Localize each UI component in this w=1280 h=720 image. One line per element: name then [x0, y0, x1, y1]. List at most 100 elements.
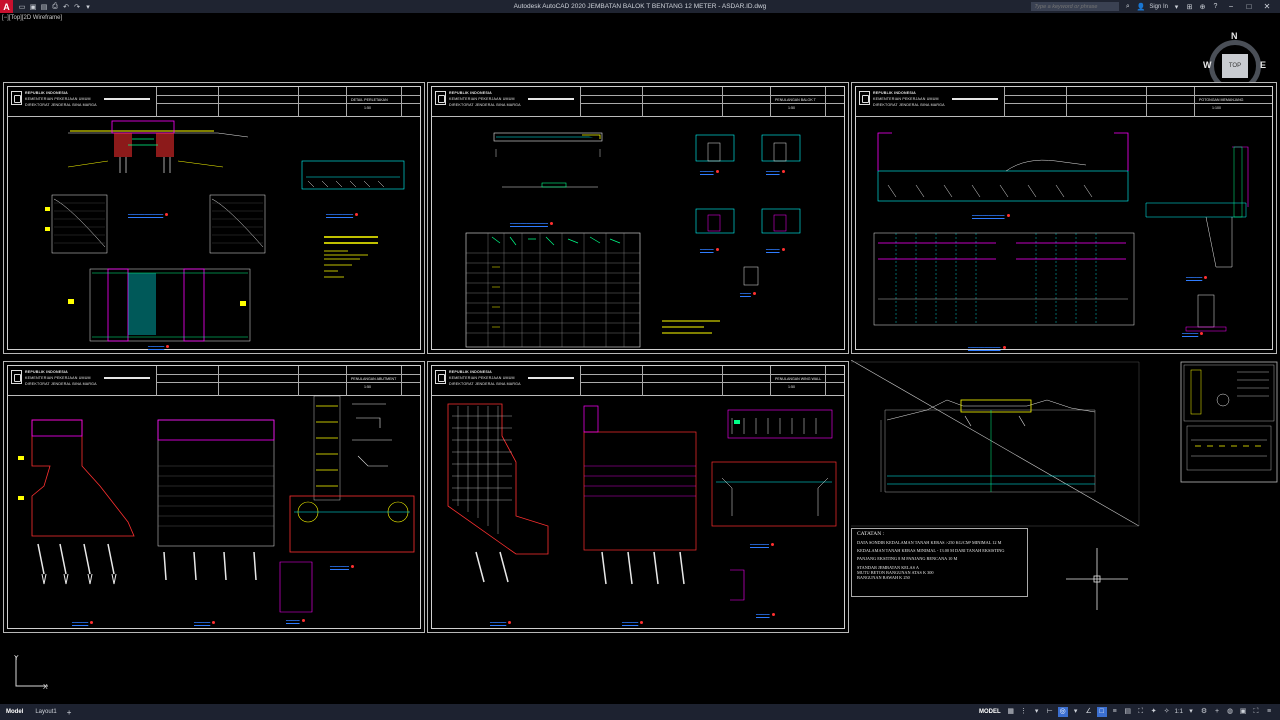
svg-text:Y: Y: [14, 655, 19, 662]
longitudinal-section-drawing: [873, 132, 1249, 332]
user-icon[interactable]: 👤: [1136, 3, 1145, 11]
ortho-icon[interactable]: ⊢: [1045, 707, 1055, 717]
sheet-border: REPUBLIK INDONESIA KEMENTERIAN PEKERJAAN…: [431, 365, 845, 629]
note-line: BANGUNAN BAWAH K 250: [857, 575, 910, 581]
note-line: KEDALAMAN TANAH KERAS MINIMAL - 13.00 M …: [857, 548, 1005, 554]
abutment-reinforcement-drawing: [18, 395, 415, 613]
chevron-down-icon[interactable]: ▾: [1172, 3, 1181, 11]
open-icon[interactable]: ▭: [17, 2, 27, 12]
clean-screen-icon[interactable]: ⛶: [1251, 707, 1261, 717]
svg-text:X: X: [43, 684, 48, 691]
note-line: PANJANG EKSITING 8 M PANJANG RENCANA 10 …: [857, 556, 958, 562]
drawing-sheet-3[interactable]: REPUBLIK INDONESIA KEMENTERIAN PEKERJAAN…: [851, 82, 1277, 354]
maximize-button[interactable]: □: [1242, 2, 1256, 11]
annotation-scale[interactable]: 1:1: [1175, 709, 1183, 715]
auto-scale-icon[interactable]: ✧: [1162, 707, 1172, 717]
cart-icon[interactable]: ⊞: [1185, 3, 1194, 11]
lineweight-icon[interactable]: ≡: [1110, 707, 1120, 717]
plus-icon[interactable]: +: [1212, 707, 1222, 717]
autocad-logo-icon[interactable]: A: [0, 0, 13, 13]
drawing-label: ━━━━━━: [1182, 331, 1203, 337]
sheet-border: REPUBLIK INDONESIA KEMENTERIAN PEKERJAAN…: [7, 365, 421, 629]
drawing-label: ━━━━━: [766, 247, 785, 253]
undo-icon[interactable]: ↶: [61, 2, 71, 12]
add-layout-icon[interactable]: +: [63, 708, 76, 717]
osnap-icon[interactable]: □: [1096, 707, 1107, 717]
compass-east[interactable]: E: [1260, 60, 1266, 70]
status-bar: Model Layout1 + MODEL ▦ ⋮ ▾ ⊢ ◎ ▾ ∠ □ ≡ …: [0, 704, 1280, 720]
sheet-border: REPUBLIK INDONESIA KEMENTERIAN PEKERJAAN…: [855, 86, 1273, 350]
viewport-controls[interactable]: [−][Top][2D Wireframe]: [2, 15, 62, 21]
drawing-label: ━━━━━━━━━━━━: [968, 345, 1006, 351]
drawing-label: ━━━━━━━━━━━━━: [128, 212, 168, 218]
drawing-label: ━━━━━━: [72, 620, 93, 626]
quick-access-toolbar: ▭ ▣ ▤ ⎙ ↶ ↷ ▾: [17, 2, 93, 12]
ucs-icon: Y X: [14, 655, 48, 691]
compass-west[interactable]: W: [1203, 60, 1212, 70]
drawing-label: ━━━━━━: [1186, 275, 1207, 281]
drawing-label: ━━━━━━━━━━: [326, 212, 358, 218]
isolate-objects-icon[interactable]: ◍: [1225, 707, 1235, 717]
drawing-label: ━━━━━: [286, 618, 305, 624]
model-space-toggle[interactable]: MODEL: [979, 709, 1001, 715]
status-tools: MODEL ▦ ⋮ ▾ ⊢ ◎ ▾ ∠ □ ≡ ▤ ⛶ ✦ ✧ 1:1 ▾ ⚙ …: [979, 704, 1274, 720]
annotation-visibility-icon[interactable]: ✦: [1149, 707, 1159, 717]
osnap-tracking-icon[interactable]: ∠: [1084, 707, 1094, 717]
t-beam-reinforcement-drawing: [465, 132, 801, 348]
tab-model[interactable]: Model: [0, 704, 29, 720]
drawing-sheet-2[interactable]: REPUBLIK INDONESIA KEMENTERIAN PEKERJAAN…: [427, 82, 849, 354]
hardware-acceleration-icon[interactable]: ▣: [1238, 707, 1248, 717]
plot-icon[interactable]: ⎙: [50, 2, 60, 12]
sheet-border: REPUBLIK INDONESIA KEMENTERIAN PEKERJAAN…: [431, 86, 845, 350]
drawing-label: ━━━━━: [700, 169, 719, 175]
drawing-sheet-5[interactable]: REPUBLIK INDONESIA KEMENTERIAN PEKERJAAN…: [427, 361, 849, 633]
compass-north[interactable]: N: [1231, 31, 1238, 41]
gear-icon[interactable]: ⚙: [1199, 707, 1209, 717]
wing-wall-drawing: [447, 403, 837, 601]
grid-icon[interactable]: ▦: [1006, 707, 1016, 717]
drawing-label: ━━━━━━: [194, 620, 215, 626]
drawing-label: ━━━━━━: [490, 620, 511, 626]
drawing-label: ━━━━━: [766, 169, 785, 175]
note-line: DATA SONDIR KEDALAMAN TANAH KERAS >250 K…: [857, 540, 1002, 545]
share-icon[interactable]: ▾: [83, 2, 93, 12]
polar-icon[interactable]: ◎: [1057, 707, 1068, 717]
bearing-detail-drawing: [45, 120, 405, 342]
save-as-icon[interactable]: ▤: [39, 2, 49, 12]
redo-icon[interactable]: ↷: [72, 2, 82, 12]
title-bar-right: ⌕ 👤 Sign In ▾ ⊞ ⊕ ? − □ ✕: [1031, 0, 1280, 13]
infer-icon[interactable]: ▾: [1032, 707, 1042, 717]
isodraft-icon[interactable]: ▾: [1071, 707, 1081, 717]
drawing-label: ━━━━━━━: [330, 564, 354, 570]
sheet-border: REPUBLIK INDONESIA KEMENTERIAN PEKERJAAN…: [7, 86, 421, 350]
drawing-label: ━━━━━: [756, 612, 775, 618]
snap-icon[interactable]: ⋮: [1019, 707, 1029, 717]
drawing-label: ━━━━: [740, 291, 756, 297]
customization-icon[interactable]: ≡: [1264, 707, 1274, 717]
chevron-down-icon[interactable]: ▾: [1186, 707, 1196, 717]
crosshair-cursor: [1066, 548, 1128, 610]
help-icon[interactable]: ?: [1211, 3, 1220, 10]
search-icon[interactable]: ⌕: [1123, 3, 1132, 11]
drawing-label: ━━━━━━: [622, 620, 643, 626]
close-button[interactable]: ✕: [1260, 2, 1274, 11]
notes-panel: CATATAN : DATA SONDIR KEDALAMAN TANAH KE…: [851, 528, 1028, 597]
drawing-label: ━━━━━━━━━━━━━━: [510, 221, 553, 227]
selection-cycling-icon[interactable]: ⛶: [1136, 707, 1146, 717]
sign-in-link[interactable]: Sign In: [1149, 4, 1168, 10]
site-cross-section-drawing: [851, 360, 1278, 527]
title-bar: A ▭ ▣ ▤ ⎙ ↶ ↷ ▾ Autodesk AutoCAD 2020 JE…: [0, 0, 1280, 13]
save-icon[interactable]: ▣: [28, 2, 38, 12]
drawing-label: ━━━━━━━: [750, 542, 774, 548]
viewcube-top-face[interactable]: TOP: [1222, 54, 1248, 78]
drawing-sheet-4[interactable]: REPUBLIK INDONESIA KEMENTERIAN PEKERJAAN…: [3, 361, 425, 633]
minimize-button[interactable]: −: [1224, 2, 1238, 11]
tab-layout1[interactable]: Layout1: [29, 704, 62, 720]
notes-title: CATATAN :: [857, 531, 885, 537]
share-app-icon[interactable]: ⊕: [1198, 3, 1207, 11]
drawing-sheet-1[interactable]: REPUBLIK INDONESIA KEMENTERIAN PEKERJAAN…: [3, 82, 425, 354]
search-input[interactable]: [1031, 2, 1120, 11]
drawing-label: ━━━━━: [700, 247, 719, 253]
transparency-icon[interactable]: ▤: [1123, 707, 1133, 717]
drawing-label: ━━━━━━: [148, 344, 169, 350]
